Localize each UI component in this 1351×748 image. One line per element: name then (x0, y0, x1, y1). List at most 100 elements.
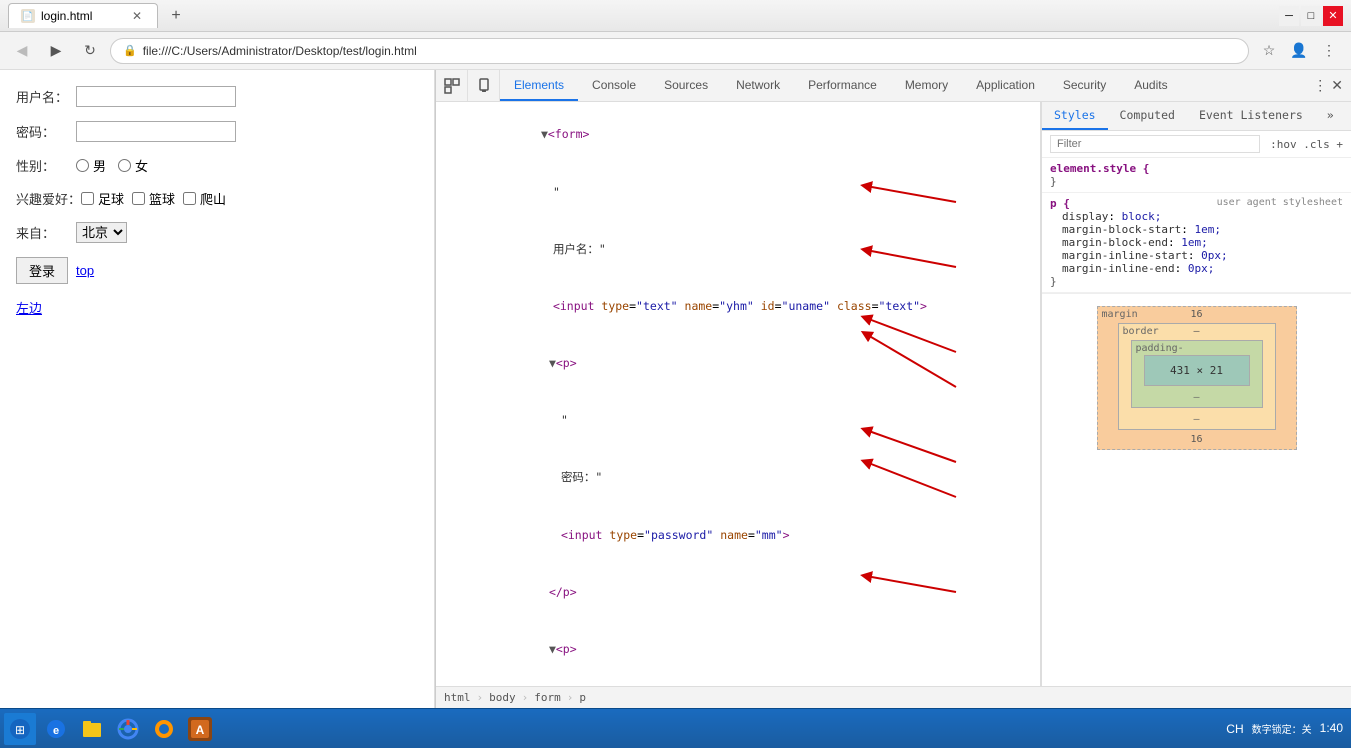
box-model: margin 16 border – padding- (1097, 306, 1297, 450)
gender-male-radio[interactable] (76, 159, 89, 172)
username-row: 用户名： (16, 86, 418, 107)
html-line: </p> (436, 563, 1040, 620)
tab-label: login.html (41, 9, 92, 23)
hobby-climbing-checkbox[interactable] (183, 192, 196, 205)
html-line: ▼<p> (436, 621, 1040, 678)
password-row: 密码： (16, 121, 418, 142)
back-button[interactable]: ◀ (8, 37, 36, 65)
taskbar-left: ⊞ e (0, 713, 216, 745)
filter-hint: :hov .cls + (1270, 138, 1343, 151)
close-button[interactable]: ✕ (1323, 6, 1343, 26)
taskbar-time: 1:40 (1320, 721, 1343, 737)
style-rule-element: element.style { } (1042, 158, 1351, 193)
tab-network[interactable]: Network (722, 70, 794, 101)
html-line: " (436, 163, 1040, 220)
page-content: 用户名： 密码： 性别： 男 女 (0, 70, 435, 708)
taskbar-lang: CH (1226, 722, 1243, 736)
devtools-toolbar-right: ⋮ ✕ (1305, 70, 1351, 101)
password-input[interactable] (76, 121, 236, 142)
address-input[interactable]: 🔒 file:///C:/Users/Administrator/Desktop… (110, 38, 1249, 64)
statusbar-p[interactable]: p (579, 691, 586, 704)
styles-panel: Styles Computed Event Listeners » :hov .… (1041, 102, 1351, 686)
ie-icon[interactable]: e (40, 713, 72, 745)
address-actions: ☆ 👤 ⋮ (1255, 37, 1343, 65)
gender-row: 性别： 男 女 (16, 156, 418, 175)
hobby-football-label: 足球 (81, 189, 124, 208)
devtools-inspect-button[interactable] (436, 70, 468, 101)
statusbar-html[interactable]: html (444, 691, 471, 704)
tab-security[interactable]: Security (1049, 70, 1120, 101)
file-explorer-icon[interactable] (76, 713, 108, 745)
devtools-device-button[interactable] (468, 70, 500, 101)
html-line: ▼<p> (436, 335, 1040, 392)
origin-select[interactable]: 北京 (76, 222, 127, 243)
hobby-label: 兴趣爱好： (16, 189, 81, 208)
styles-tab-computed[interactable]: Computed (1108, 102, 1187, 130)
styles-tab-event-listeners[interactable]: Event Listeners (1187, 102, 1315, 130)
tab-elements[interactable]: Elements (500, 70, 578, 101)
html-line: " (436, 678, 1040, 686)
tab-console[interactable]: Console (578, 70, 650, 101)
gender-female-label: 女 (118, 156, 148, 175)
devtools-close-button[interactable]: ✕ (1331, 77, 1343, 94)
maximize-button[interactable]: □ (1301, 6, 1321, 26)
password-label: 密码： (16, 122, 76, 141)
bookmark-button[interactable]: ☆ (1255, 37, 1283, 65)
origin-row: 来自： 北京 (16, 222, 418, 243)
address-bar: ◀ ▶ ↻ 🔒 file:///C:/Users/Administrator/D… (0, 32, 1351, 70)
username-input[interactable] (76, 86, 236, 107)
app-icon[interactable]: A (184, 713, 216, 745)
browser-tab[interactable]: 📄 login.html ✕ (8, 3, 158, 28)
devtools-statusbar: html › body › form › p (436, 686, 1351, 708)
minimize-button[interactable]: ─ (1279, 6, 1299, 26)
firefox-icon[interactable] (148, 713, 180, 745)
devtools-tabs: Elements Console Sources Network Perform… (500, 70, 1305, 101)
html-tree-wrapper: ▼<form> " 用户名：" <input type="text" name=… (436, 102, 1041, 686)
menu-button[interactable]: ⋮ (1315, 37, 1343, 65)
refresh-button[interactable]: ↻ (76, 37, 104, 65)
hobby-basketball-checkbox[interactable] (132, 192, 145, 205)
margin-bottom: 16 (1102, 434, 1292, 445)
url-text: file:///C:/Users/Administrator/Desktop/t… (143, 44, 417, 58)
devtools-main: ▼<form> " 用户名：" <input type="text" name=… (436, 102, 1351, 686)
tab-audits[interactable]: Audits (1120, 70, 1181, 101)
statusbar-body[interactable]: body (489, 691, 516, 704)
gender-female-radio[interactable] (118, 159, 131, 172)
styles-filter-row: :hov .cls + (1042, 131, 1351, 158)
html-line: <input type="text" name="yhm" id="uname"… (436, 278, 1040, 335)
tab-close-button[interactable]: ✕ (129, 8, 145, 24)
border-top: – (1193, 326, 1199, 337)
devtools-more-button[interactable]: ⋮ (1313, 77, 1327, 94)
left-link[interactable]: 左边 (16, 298, 418, 317)
elements-panel[interactable]: ▼<form> " 用户名：" <input type="text" name=… (436, 102, 1041, 686)
login-button[interactable]: 登录 (16, 257, 68, 284)
start-button[interactable]: ⊞ (4, 713, 36, 745)
tab-performance[interactable]: Performance (794, 70, 891, 101)
styles-filter-input[interactable] (1050, 135, 1260, 153)
origin-label: 来自： (16, 223, 76, 242)
margin-top: 16 (1190, 309, 1202, 320)
statusbar-form[interactable]: form (534, 691, 561, 704)
taskbar: ⊞ e (0, 708, 1351, 748)
devtools-toolbar: Elements Console Sources Network Perform… (436, 70, 1351, 102)
padding-dash: – (1193, 392, 1199, 403)
title-bar: 📄 login.html ✕ + ─ □ ✕ (0, 0, 1351, 32)
styles-tab-more[interactable]: » (1315, 102, 1346, 130)
tab-memory[interactable]: Memory (891, 70, 962, 101)
style-selector-p: p { (1050, 197, 1070, 210)
hobby-football-checkbox[interactable] (81, 192, 94, 205)
tab-application[interactable]: Application (962, 70, 1049, 101)
chrome-icon[interactable] (112, 713, 144, 745)
top-link[interactable]: top (76, 263, 94, 278)
svg-text:⊞: ⊞ (15, 723, 25, 737)
left-link-row: 左边 (16, 298, 418, 317)
new-tab-button[interactable]: + (164, 4, 188, 28)
border-dash: – (1193, 414, 1199, 425)
profile-button[interactable]: 👤 (1285, 37, 1313, 65)
forward-button[interactable]: ▶ (42, 37, 70, 65)
tab-sources[interactable]: Sources (650, 70, 722, 101)
submit-row: 登录 top (16, 257, 418, 284)
html-line: " (436, 392, 1040, 449)
window-controls: ─ □ ✕ (1279, 6, 1343, 26)
styles-tab-styles[interactable]: Styles (1042, 102, 1108, 130)
